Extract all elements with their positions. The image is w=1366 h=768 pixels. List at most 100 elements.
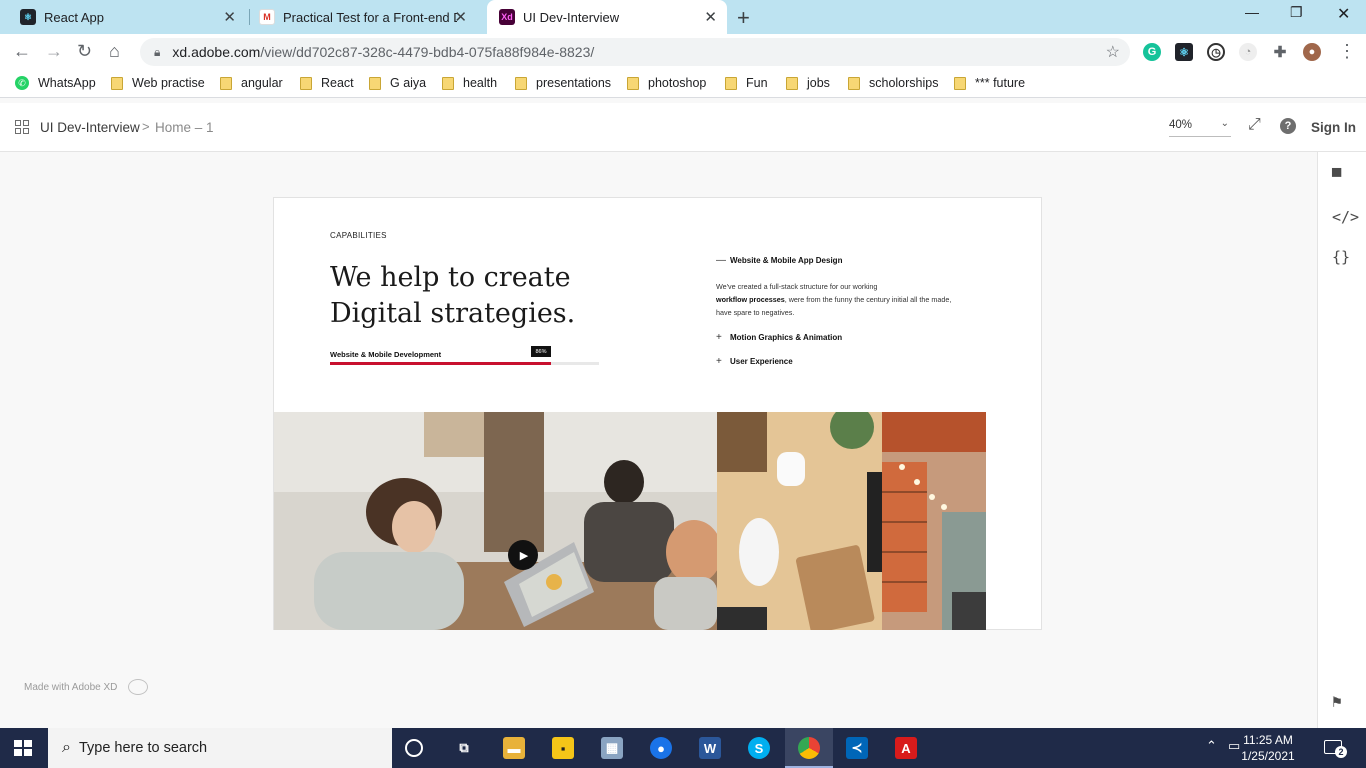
bookmark-folder[interactable]: React xyxy=(300,76,354,90)
folder-icon xyxy=(848,76,860,90)
bookmark-folder[interactable]: scholorships xyxy=(848,76,938,90)
bookmark-folder[interactable]: Web practise xyxy=(111,76,205,90)
grid-view-icon[interactable] xyxy=(15,120,29,134)
notification-center-icon[interactable]: 2 xyxy=(1324,740,1347,758)
bookmark-folder[interactable]: *** future xyxy=(954,76,1025,90)
cafe-interior-photo xyxy=(882,412,986,630)
bookmark-star-icon[interactable]: ☆ xyxy=(1106,42,1120,62)
file-explorer-icon[interactable]: ▬ xyxy=(503,737,525,759)
code-icon[interactable]: </> xyxy=(1332,208,1359,226)
address-bar[interactable]: 🔒︎ xd.adobe.com/view/dd702c87-328c-4479-… xyxy=(140,38,1130,66)
bookmark-folder[interactable]: G aiya xyxy=(369,76,426,90)
accordion-body: We've created a full-stack structure for… xyxy=(716,282,952,317)
breadcrumb-page[interactable]: Home – 1 xyxy=(155,120,214,135)
lock-icon: 🔒︎ xyxy=(154,44,161,59)
creative-cloud-icon xyxy=(128,679,148,695)
minimize-button[interactable]: — xyxy=(1245,4,1259,20)
bookmark-folder[interactable]: photoshop xyxy=(627,76,706,90)
maps-app-icon[interactable]: ● xyxy=(650,737,672,759)
timer-extension-icon[interactable]: ◷ xyxy=(1207,43,1225,61)
browser-toolbar: ← → ↻ ⌂ 🔒︎ xd.adobe.com/view/dd702c87-32… xyxy=(0,34,1366,70)
folder-icon xyxy=(300,76,312,90)
tab-title: Practical Test for a Front-end Dev xyxy=(283,9,457,25)
reload-button[interactable]: ↻ xyxy=(77,41,92,62)
tab-title: UI Dev-Interview xyxy=(523,9,620,25)
word-icon[interactable]: W xyxy=(699,737,721,759)
chrome-icon[interactable] xyxy=(798,737,820,759)
gmail-icon: M xyxy=(259,9,275,25)
flag-icon[interactable]: ⚑ xyxy=(1332,692,1342,711)
section-eyebrow: CAPABILITIES xyxy=(330,231,387,240)
search-icon: ⌕ xyxy=(62,739,71,756)
help-icon[interactable]: ? xyxy=(1280,118,1296,134)
adobe-xd-icon: Xd xyxy=(499,9,515,25)
grammarly-icon[interactable]: G xyxy=(1143,43,1161,61)
team-meeting-photo: ▶ xyxy=(274,412,717,630)
minus-icon: — xyxy=(716,255,726,266)
puzzle-icon[interactable]: ✚ xyxy=(1271,43,1289,61)
accordion-item[interactable]: + Motion Graphics & Animation xyxy=(716,332,842,343)
xd-header: UI Dev-Interview > Home – 1 40% ⌄ ⤢ ? Sig… xyxy=(0,103,1366,152)
close-tab-icon[interactable]: ✕ xyxy=(704,8,717,26)
photo-illustration xyxy=(274,412,717,630)
zoom-select[interactable]: 40% ⌄ xyxy=(1169,118,1231,137)
system-clock[interactable]: 11:25 AM 1/25/2021 xyxy=(1228,732,1308,764)
acrobat-icon[interactable]: A xyxy=(895,737,917,759)
photos-app-icon[interactable]: ▦ xyxy=(601,737,623,759)
tab-ui-dev-interview[interactable]: Xd UI Dev-Interview ✕ xyxy=(487,0,727,34)
close-tab-icon[interactable]: ✕ xyxy=(223,8,236,26)
skill-label: Website & Mobile Development xyxy=(330,350,442,359)
plus-icon: + xyxy=(716,356,722,367)
fullscreen-icon[interactable]: ⤢ xyxy=(1248,116,1261,134)
skype-icon[interactable]: S xyxy=(748,737,770,759)
comment-icon[interactable]: ▀ xyxy=(1332,168,1341,186)
restore-button[interactable]: ❐ xyxy=(1290,4,1303,21)
accordion-item[interactable]: + User Experience xyxy=(716,356,793,367)
sign-in-link[interactable]: Sign In xyxy=(1311,120,1356,135)
breadcrumb-project[interactable]: UI Dev-Interview xyxy=(40,120,140,135)
tab-practical-test[interactable]: M Practical Test for a Front-end Dev ✕ xyxy=(259,0,477,34)
progress-fill xyxy=(330,362,551,365)
bookmark-folder[interactable]: presentations xyxy=(515,76,611,90)
hero-headline: We help to create Digital strategies. xyxy=(330,262,576,329)
made-with-xd-label: Made with Adobe XD xyxy=(24,682,118,693)
desk-flatlay-photo xyxy=(717,412,882,630)
home-button[interactable]: ⌂ xyxy=(109,41,120,62)
specs-icon[interactable]: {} xyxy=(1332,248,1350,266)
bookmark-folder[interactable]: Fun xyxy=(725,76,768,90)
play-video-button[interactable]: ▶ xyxy=(508,540,538,570)
back-button[interactable]: ← xyxy=(13,41,31,62)
new-tab-button[interactable]: + xyxy=(737,5,750,31)
tab-react-app[interactable]: ⚛ React App ✕ xyxy=(20,0,246,34)
forward-button[interactable]: → xyxy=(45,41,63,62)
plus-icon: + xyxy=(716,332,722,343)
sticky-notes-icon[interactable]: ▪ xyxy=(552,737,574,759)
artboard-home-1: CAPABILITIES We help to create Digital s… xyxy=(273,197,1042,630)
windows-start-icon[interactable] xyxy=(14,740,32,756)
accordion-item-expanded[interactable]: — Website & Mobile App Design xyxy=(716,255,842,266)
extension-icon[interactable]: ◔ xyxy=(1239,43,1257,61)
bookmark-item[interactable]: ✆ WhatsApp xyxy=(15,76,96,90)
react-icon: ⚛ xyxy=(20,9,36,25)
profile-avatar[interactable]: ● xyxy=(1303,43,1321,61)
progress-tooltip: 86% xyxy=(531,346,551,357)
bookmark-folder[interactable]: health xyxy=(442,76,497,90)
close-tab-icon[interactable]: ✕ xyxy=(454,8,467,26)
folder-icon xyxy=(954,76,966,90)
menu-kebab-icon[interactable]: ⋮ xyxy=(1338,41,1356,62)
close-window-button[interactable]: ✕ xyxy=(1337,4,1350,24)
vscode-icon[interactable]: ≺ xyxy=(846,737,868,759)
task-view-icon[interactable]: ⧉ xyxy=(453,737,475,759)
react-devtools-icon[interactable]: ⚛ xyxy=(1175,43,1193,61)
chevron-up-icon[interactable]: ⌃ xyxy=(1206,738,1217,754)
taskbar-search-input[interactable]: ⌕ Type here to search xyxy=(48,728,392,768)
folder-icon xyxy=(515,76,527,90)
breadcrumb-separator: > xyxy=(142,119,150,134)
browser-tabstrip: ⚛ React App ✕ M Practical Test for a Fro… xyxy=(0,0,1366,34)
folder-icon xyxy=(627,76,639,90)
cortana-icon[interactable] xyxy=(405,739,423,757)
photo-illustration xyxy=(882,412,986,630)
bookmark-folder[interactable]: angular xyxy=(220,76,283,90)
bookmark-folder[interactable]: jobs xyxy=(786,76,830,90)
photo-illustration xyxy=(717,412,882,630)
